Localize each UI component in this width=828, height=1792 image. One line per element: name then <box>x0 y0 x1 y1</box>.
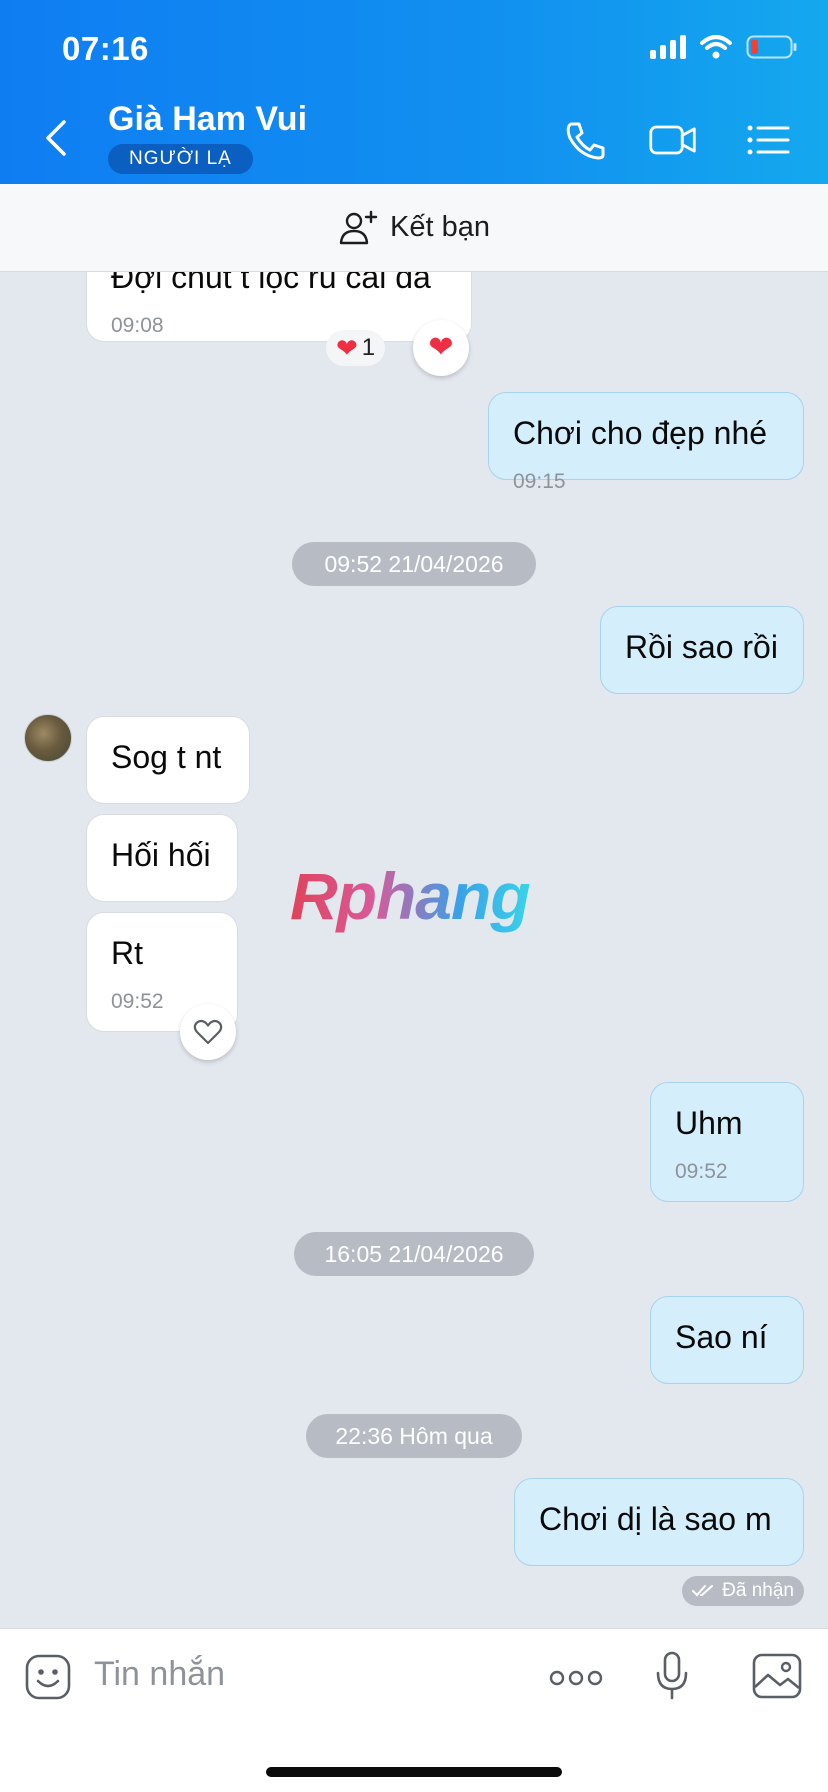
heart-outline-icon <box>193 1019 223 1045</box>
signal-icon <box>650 35 686 59</box>
message-composer: Tin nhắn <box>0 1628 828 1792</box>
date-separator: 22:36 Hôm qua <box>306 1414 522 1458</box>
message-text: Rồi sao rồi <box>625 629 778 665</box>
heart-reaction-icon: ❤ <box>336 332 358 363</box>
list-icon[interactable] <box>744 118 794 162</box>
chat-header: 07:16 Già Ham Vui NGƯỜI LẠ <box>0 0 828 184</box>
sticker-icon[interactable] <box>24 1653 72 1701</box>
message-bubble[interactable]: Uhm 09:52 <box>650 1082 804 1202</box>
image-icon[interactable] <box>752 1653 802 1699</box>
message-bubble[interactable]: Sog t nt <box>86 716 250 804</box>
stranger-badge: NGƯỜI LẠ <box>108 144 253 174</box>
message-text: Sog t nt <box>111 739 222 775</box>
heart-reaction-button[interactable]: ❤ <box>413 320 469 376</box>
add-friend-button[interactable]: Kết bạn <box>0 184 828 272</box>
reaction-count: 1 <box>361 334 376 361</box>
message-bubble[interactable]: Đợi chút t lộc rủ cái đã 09:08 <box>86 272 472 342</box>
date-separator: 09:52 21/04/2026 <box>292 542 536 586</box>
message-text: Uhm <box>675 1105 743 1141</box>
message-text: Đợi chút t lộc rủ cái đã <box>111 272 431 295</box>
microphone-icon[interactable] <box>654 1651 690 1701</box>
heart-icon: ❤ <box>428 331 454 364</box>
message-text: Hối hối <box>111 837 211 873</box>
double-check-icon <box>692 1585 714 1597</box>
message-text: Chơi dị là sao m <box>539 1501 772 1537</box>
wifi-icon <box>700 35 732 59</box>
home-indicator[interactable] <box>266 1767 562 1777</box>
reaction-summary[interactable]: ❤ 1 <box>326 330 386 366</box>
message-time: 09:15 <box>513 470 566 493</box>
message-text: Sao ní <box>675 1319 768 1355</box>
date-separator: 16:05 21/04/2026 <box>294 1232 534 1276</box>
delivery-status-text: Đã nhận <box>722 1580 794 1601</box>
more-icon[interactable] <box>548 1669 604 1687</box>
message-bubble[interactable]: Rồi sao rồi <box>600 606 804 694</box>
message-time: 09:08 <box>111 314 164 337</box>
battery-icon <box>746 35 797 59</box>
back-icon[interactable] <box>40 118 74 158</box>
message-bubble[interactable]: Hối hối <box>86 814 238 902</box>
delivery-status: Đã nhận <box>682 1576 804 1606</box>
add-friend-icon <box>339 210 378 244</box>
phone-icon[interactable] <box>560 118 610 162</box>
message-list[interactable]: Đợi chút t lộc rủ cái đã 09:08 ❤ 1 ❤ Chơ… <box>0 272 828 1628</box>
watermark-logo: Rphang <box>290 859 531 933</box>
message-text: Rt <box>111 935 143 971</box>
like-reaction-button[interactable] <box>180 1004 236 1060</box>
message-text: Chơi cho đẹp nhé <box>513 415 768 451</box>
status-time: 07:16 <box>62 30 149 67</box>
message-time: 09:52 <box>675 1160 728 1183</box>
add-friend-label: Kết bạn <box>390 211 490 243</box>
message-bubble[interactable]: Sao ní <box>650 1296 804 1384</box>
status-icons <box>650 34 798 60</box>
message-bubble[interactable]: Chơi cho đẹp nhé 09:15 <box>488 392 804 493</box>
message-input[interactable]: Tin nhắn <box>94 1655 225 1694</box>
contact-name[interactable]: Già Ham Vui <box>108 100 307 139</box>
video-icon[interactable] <box>648 118 698 162</box>
message-bubble[interactable]: Chơi dị là sao m <box>514 1478 804 1566</box>
contact-avatar[interactable] <box>24 714 72 762</box>
